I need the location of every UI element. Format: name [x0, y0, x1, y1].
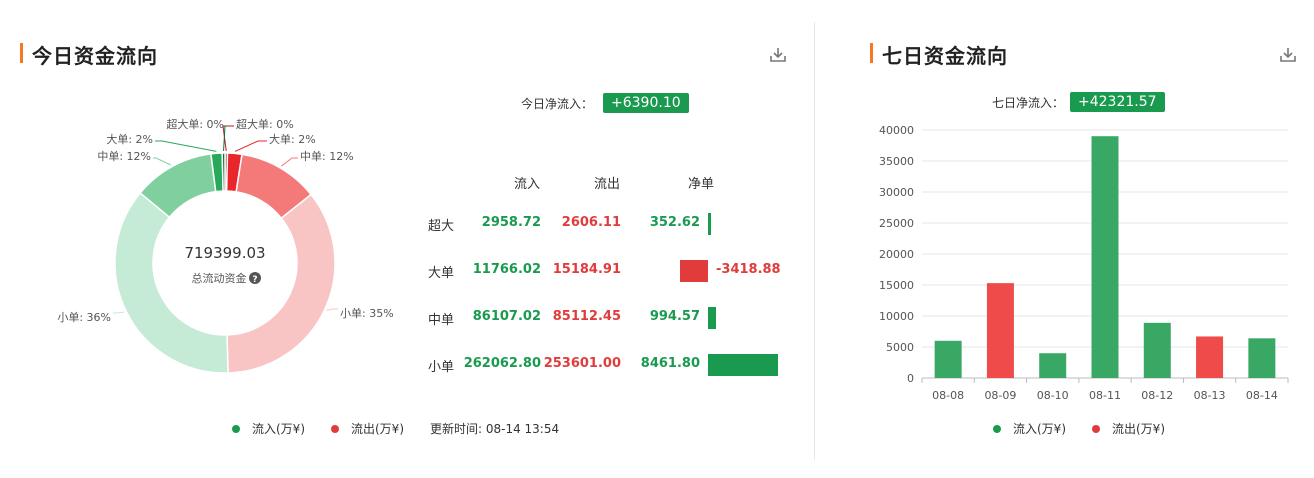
y-tick-label: 0 [907, 372, 914, 385]
bar[interactable] [1196, 336, 1224, 378]
y-tick-label: 25000 [879, 217, 914, 230]
slice-label: 大单: 2% [106, 132, 153, 146]
flow-table-row: 中单 86107.02 85112.45 994.57 [418, 306, 798, 330]
today-net-inflow-label: 今日净流入： [521, 96, 594, 111]
x-tick-label: 08-09 [984, 389, 1016, 402]
bar[interactable] [986, 283, 1014, 378]
row-inflow: 86107.02 [472, 309, 541, 324]
row-outflow: 253601.00 [543, 356, 621, 371]
slice-label: 中单: 12% [300, 150, 354, 163]
row-inflow: 11766.02 [472, 262, 541, 277]
seven-day-flow-title: 七日资金流向 [870, 40, 1008, 69]
legend-outflow[interactable]: 流出(万¥) [331, 420, 404, 437]
x-tick-label: 08-11 [1089, 389, 1121, 402]
net-bar [708, 307, 717, 329]
net-bar [679, 260, 708, 282]
seven-day-net-inflow: 七日净流入： +42321.57 [992, 92, 1165, 112]
flow-table-row: 超大 2958.72 2606.11 352.62 [418, 212, 798, 236]
row-name: 中单 [428, 313, 455, 328]
legend-outflow-dot [1092, 424, 1100, 433]
legend-outflow-label: 流出(万¥) [351, 422, 404, 436]
slice-label: 超大单: 0% [236, 117, 294, 131]
col-header-net: 净单 [688, 177, 715, 192]
legend-outflow[interactable]: 流出(万¥) [1092, 420, 1165, 437]
seven-day-legend: 流入(万¥) 流出(万¥) [993, 420, 1191, 437]
donut-center-label: 总流动资金 [192, 271, 247, 285]
flow-table-row: 小单 262062.80 253601.00 8461.80 [418, 353, 798, 377]
slice-label: 中单: 12% [97, 150, 151, 163]
legend-inflow-dot [232, 424, 240, 433]
svg-text:?: ? [252, 275, 257, 285]
row-outflow: 85112.45 [552, 309, 621, 324]
x-tick-label: 08-08 [932, 389, 964, 402]
flow-table-row: 大单 11766.02 15184.91 -3418.88 [418, 259, 798, 283]
y-tick-label: 35000 [879, 155, 914, 168]
row-inflow: 2958.72 [481, 215, 541, 230]
col-header-outflow: 流出 [594, 177, 621, 192]
today-net-inflow-badge: +6390.10 [603, 93, 689, 113]
slice-label-line [281, 157, 298, 167]
bar[interactable] [934, 340, 962, 378]
legend-inflow-label: 流入(万¥) [1013, 422, 1066, 436]
seven-day-net-inflow-label: 七日净流入： [992, 95, 1065, 110]
slice-label: 大单: 2% [269, 132, 316, 146]
x-tick-label: 08-14 [1246, 389, 1278, 402]
row-outflow: 15184.91 [552, 262, 621, 277]
y-tick-label: 30000 [879, 186, 914, 199]
row-inflow: 262062.80 [463, 356, 541, 371]
x-tick-label: 08-10 [1037, 389, 1069, 402]
slice-label-line [155, 140, 217, 152]
legend-inflow-label: 流入(万¥) [252, 422, 305, 436]
today-flow-donut-chart: 超大单: 0%大单: 2%中单: 12%小单: 35%小单: 36%中单: 12… [57, 117, 394, 374]
slice-label: 超大单: 0% [166, 117, 224, 131]
slice-label-line [153, 157, 172, 166]
y-tick-label: 40000 [879, 124, 914, 137]
y-tick-label: 5000 [886, 341, 914, 354]
net-bar [708, 213, 711, 235]
row-net: 994.57 [649, 309, 700, 324]
row-net: 352.62 [649, 215, 700, 230]
download-icon[interactable] [768, 46, 788, 64]
y-tick-label: 15000 [879, 279, 914, 292]
donut-center-value: 719399.03 [184, 244, 265, 262]
slice-label: 小单: 35% [340, 307, 394, 320]
today-legend: 流入(万¥) 流出(万¥) 更新时间: 08-14 13:54 [232, 420, 559, 437]
x-tick-label: 08-12 [1141, 389, 1173, 402]
row-outflow: 2606.11 [561, 215, 621, 230]
bar[interactable] [1143, 322, 1171, 378]
row-net: 8461.80 [640, 356, 700, 371]
slice-label-line [326, 308, 338, 311]
slice-label-line [234, 140, 267, 152]
col-header-inflow: 流入 [514, 177, 541, 192]
row-net: -3418.88 [716, 262, 781, 277]
legend-inflow[interactable]: 流入(万¥) [232, 420, 305, 437]
bar[interactable] [1091, 136, 1119, 378]
row-name: 小单 [428, 360, 455, 375]
bar[interactable] [1039, 353, 1067, 378]
donut-slice[interactable] [221, 152, 226, 192]
legend-outflow-label: 流出(万¥) [1112, 422, 1165, 436]
row-name: 超大 [428, 219, 455, 234]
legend-inflow[interactable]: 流入(万¥) [993, 420, 1066, 437]
y-tick-label: 20000 [879, 248, 914, 261]
download-icon[interactable] [1278, 46, 1298, 64]
today-net-inflow: 今日净流入： +6390.10 [521, 93, 689, 113]
panel-divider [814, 22, 815, 460]
bar[interactable] [1248, 338, 1276, 378]
y-tick-label: 10000 [879, 310, 914, 323]
slice-label-line [113, 311, 125, 314]
row-name: 大单 [428, 266, 455, 281]
update-time: 更新时间: 08-14 13:54 [430, 422, 560, 436]
slice-label: 小单: 36% [57, 311, 111, 324]
help-icon[interactable]: ? [249, 272, 261, 285]
net-bar [708, 354, 778, 376]
legend-inflow-dot [993, 424, 1001, 433]
today-flow-title: 今日资金流向 [20, 40, 158, 69]
legend-outflow-dot [331, 424, 339, 433]
seven-day-net-inflow-badge: +42321.57 [1070, 92, 1165, 112]
x-tick-label: 08-13 [1194, 389, 1226, 402]
seven-day-bar-chart: 0 5000 10000 15000 20000 25000 30000 35000 40000… [879, 124, 1289, 402]
